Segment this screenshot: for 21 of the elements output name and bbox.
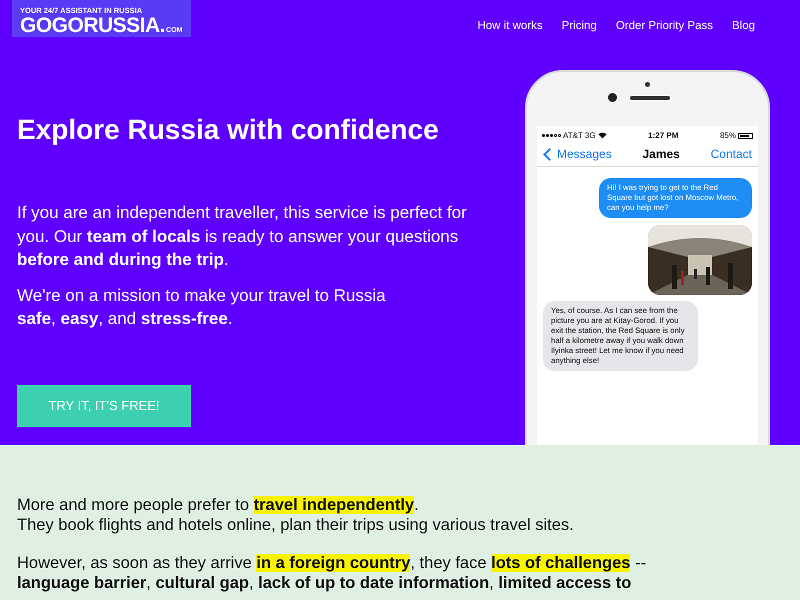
carrier-label: AT&T 3G [563,131,596,140]
intro-text: They book flights and hotels online, plan their trips using various travel sites. [17,515,574,535]
nav-link[interactable]: How it works [477,20,543,32]
intro-text: language barrier, cultural gap, lack of up to date information, limited access to [17,573,632,593]
battery-icon [738,132,753,138]
hero-paragraph: If you are an independent traveller, this service is perfect for you. Our team of locals is ready to answer your questions before and during the trip. [17,202,467,271]
signal-icon [542,134,561,137]
nav-link[interactable]: Order Priority Pass [616,20,713,32]
sensor-icon [645,82,650,87]
hero-paragraph: We're on a mission to make your travel to Russia safe, easy, and stress-free. [17,284,387,330]
back-link[interactable]: Messages [541,147,612,161]
wifi-icon [598,132,607,139]
camera-icon [608,93,616,102]
speaker-icon [630,96,670,100]
battery-label: 85% [720,131,736,140]
contact-link[interactable]: Contact [710,147,752,161]
nav-link[interactable]: Pricing [562,20,597,32]
hero-title: Explore Russia with confidence [17,113,440,147]
nav-link[interactable]: Blog [732,20,755,32]
contact-name: James [642,147,680,161]
time-label: 1:27 PM [648,131,678,140]
